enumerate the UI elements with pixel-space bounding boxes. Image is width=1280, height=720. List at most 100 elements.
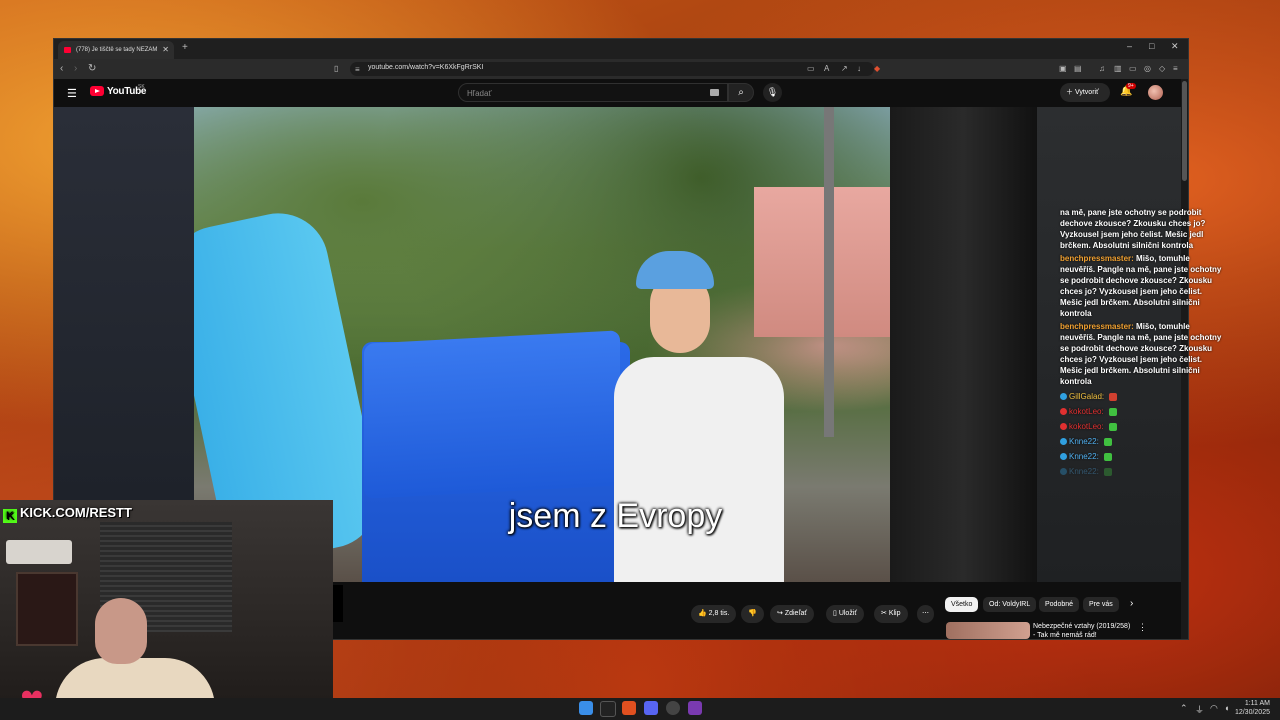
vpn-icon[interactable]: ◎ <box>1144 64 1153 73</box>
chat-message: benchpressmaster: Mišo, tomuhle neuvěříš… <box>1060 321 1226 387</box>
player-left-blur <box>54 107 194 500</box>
youtube-logo-icon[interactable] <box>90 86 104 96</box>
search-placeholder: Hľadať <box>467 89 492 98</box>
save-label: Uložiť <box>838 610 857 617</box>
new-tab-button[interactable]: + <box>182 42 188 53</box>
volume-icon[interactable]: ◖ <box>1224 703 1229 713</box>
chat-username: Knne22: <box>1069 437 1099 446</box>
menu-icon[interactable]: ≡ <box>1173 64 1182 73</box>
media-icon[interactable]: ♫ <box>1099 64 1108 73</box>
url-field[interactable]: ≡ youtube.com/watch?v=K6XkFgRrSKI <box>350 62 874 76</box>
address-bar: ‹ › ↻ ▯ ≡ youtube.com/watch?v=K6XkFgRrSK… <box>54 59 1188 79</box>
emote-icon <box>1108 422 1117 431</box>
forward-button[interactable]: › <box>74 63 77 74</box>
scrollbar-thumb[interactable] <box>1182 81 1187 181</box>
chip-from-channel[interactable]: Od: VoldyIRL <box>983 597 1037 612</box>
air-conditioner <box>6 540 72 564</box>
street-pole <box>824 107 834 437</box>
screen-icon[interactable]: ▭ <box>807 64 816 73</box>
maximize-button[interactable]: □ <box>1149 41 1154 51</box>
blue-cap <box>636 251 714 289</box>
user-badge-icon <box>1060 468 1067 475</box>
wifi-icon[interactable]: ◠ <box>1210 703 1218 714</box>
chat-message: benchpressmaster: Mišo, tomuhle neuvěříš… <box>1060 253 1226 319</box>
chips-next-icon[interactable]: › <box>1130 598 1133 609</box>
minimize-button[interactable]: – <box>1127 41 1132 51</box>
microphone-icon: 🎙 <box>766 87 779 97</box>
save-button[interactable]: ▯ Uložiť <box>826 605 864 623</box>
recommendation-thumbnail[interactable] <box>946 622 1030 639</box>
windows-start-icon[interactable] <box>579 701 593 715</box>
thumbs-down-icon: 👎 <box>748 610 757 617</box>
emote-icon <box>1103 437 1112 446</box>
chat-username: benchpressmaster: <box>1060 322 1134 331</box>
emote-icon <box>1103 467 1112 476</box>
tray-chevron-icon[interactable]: ⌃ <box>1180 703 1188 714</box>
thumbs-up-icon: 👍 <box>698 610 707 617</box>
kick-logo-icon: K <box>3 509 17 523</box>
create-label: Vytvoriť <box>1074 89 1099 96</box>
notification-badge: 9+ <box>1126 83 1136 89</box>
discord-icon[interactable] <box>644 701 658 715</box>
obs-icon[interactable] <box>666 701 680 715</box>
search-icon: ⌕ <box>738 87 744 98</box>
streamer-webcam: ♥ KKICK.COM/RESTT <box>0 500 333 720</box>
close-window-button[interactable]: ✕ <box>1171 41 1179 52</box>
shield-icon[interactable]: ◆ <box>874 64 883 73</box>
clock-date: 12/30/2025 <box>1234 709 1270 716</box>
clock[interactable]: 1:11 AM 12/30/2025 <box>1235 699 1270 717</box>
scissors-icon: ✂ <box>881 610 887 617</box>
site-info-icon[interactable]: ≡ <box>355 65 364 74</box>
recommendation-title[interactable]: Nebezpečné vztahy (2019/258) - Tak mě ne… <box>1033 622 1133 639</box>
tab-bar: (778) Je tiščtě se tady NEZAM ✕ + – □ ✕ <box>54 39 1188 59</box>
sidebar-icon[interactable]: ▤ <box>1074 64 1083 73</box>
chip-all[interactable]: Všetko <box>945 597 979 612</box>
extensions-icon[interactable]: ▣ <box>1059 64 1068 73</box>
back-button[interactable]: ‹ <box>60 63 63 74</box>
account-avatar[interactable] <box>1148 85 1163 100</box>
country-code: SK <box>138 84 145 90</box>
search-input[interactable]: Hľadať <box>458 83 728 102</box>
brave-browser-icon[interactable] <box>622 701 636 715</box>
cooler-lid <box>364 330 620 499</box>
like-button[interactable]: 👍 2,8 tis. <box>691 605 737 623</box>
share-button[interactable]: ↪ Zdieľať <box>770 605 815 623</box>
wallet-icon[interactable]: ▭ <box>1129 64 1138 73</box>
twitch-icon[interactable] <box>688 701 702 715</box>
short-chat-list: GillGalad: kokotLeo: kokotLeo: Knne22: Knne2… <box>1060 389 1226 479</box>
keyboard-icon[interactable] <box>710 89 719 96</box>
dislike-button[interactable]: 👎 <box>741 605 764 623</box>
share-label: Zdieľať <box>784 610 808 617</box>
split-view-icon[interactable]: ▥ <box>1114 64 1123 73</box>
chat-message-short: kokotLeo: <box>1060 404 1226 419</box>
stream-chat-overlay: na mě, pane jste ochotny se podrobit dec… <box>1060 207 1226 479</box>
chat-text: Mišo, tomuhle neuvěříš. Pangle na mě, pa… <box>1060 322 1222 386</box>
chat-username: GillGalad: <box>1069 392 1105 401</box>
more-actions-button[interactable]: ⋯ <box>917 605 934 623</box>
user-badge-icon <box>1060 423 1067 430</box>
user-badge-icon <box>1060 453 1067 460</box>
app-next-icon[interactable] <box>600 701 616 717</box>
chat-message-short: GillGalad: <box>1060 389 1226 404</box>
tray-usb-icon[interactable]: ⏚ <box>1195 703 1204 716</box>
share-icon[interactable]: ↗ <box>841 64 850 73</box>
recommendation-more-icon[interactable]: ⋮ <box>1138 622 1147 633</box>
plus-icon: ＋ <box>1066 89 1073 96</box>
chat-message-short: kokotLeo: <box>1060 419 1226 434</box>
create-button[interactable]: ＋ Vytvoriť <box>1060 83 1110 102</box>
user-badge-icon <box>1060 408 1067 415</box>
privacy-icon[interactable]: ◇ <box>1159 64 1168 73</box>
search-button[interactable]: ⌕ <box>728 83 754 102</box>
chat-username: benchpressmaster: <box>1060 254 1134 263</box>
hamburger-menu-icon[interactable]: ☰ <box>67 87 77 100</box>
bookmark-icon[interactable]: ▯ <box>334 64 343 73</box>
reload-button[interactable]: ↻ <box>88 63 96 74</box>
translate-icon[interactable]: A <box>824 64 833 73</box>
chip-related[interactable]: Podobné <box>1039 597 1080 612</box>
download-icon[interactable]: ↓ <box>857 64 866 73</box>
chip-for-you[interactable]: Pre vás <box>1083 597 1119 612</box>
voice-search-button[interactable]: 🎙 <box>763 83 782 102</box>
tab-close-icon[interactable]: ✕ <box>162 41 169 59</box>
clip-button[interactable]: ✂ Klip <box>874 605 908 623</box>
browser-tab[interactable]: (778) Je tiščtě se tady NEZAM ✕ <box>58 41 174 59</box>
